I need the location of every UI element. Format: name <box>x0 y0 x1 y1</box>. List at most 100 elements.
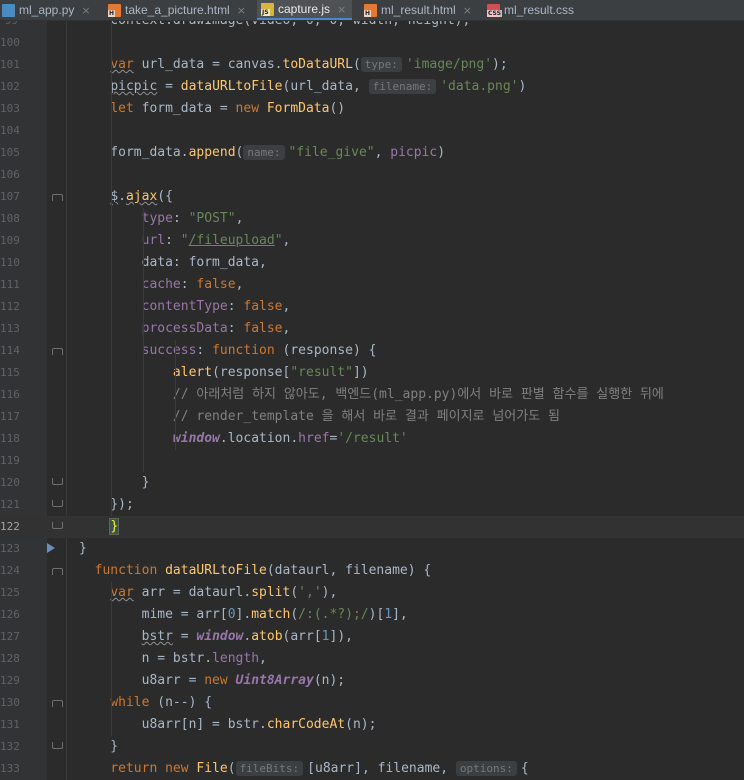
line-number: 112 <box>0 300 20 313</box>
code-text[interactable]: bstr = window.atob(arr[1]), <box>79 626 353 648</box>
code-text[interactable]: n = bstr.length, <box>79 648 267 670</box>
tab-label: ml_result.html <box>381 3 456 17</box>
line-number: 117 <box>0 410 20 423</box>
tab-ml-app-py[interactable]: ml_app.py × <box>2 0 91 20</box>
line-number: 103 <box>0 102 20 115</box>
tab-label: ml_result.css <box>504 3 575 17</box>
line-number: 101 <box>0 58 20 71</box>
code-text[interactable]: picpic = dataURLtoFile(url_data, filenam… <box>79 76 526 98</box>
code-text[interactable]: } <box>79 516 120 538</box>
close-tab-icon[interactable]: × <box>237 4 246 17</box>
line-number: 105 <box>0 146 20 159</box>
line-number: 107 <box>0 190 20 203</box>
code-text[interactable]: alert(response["result"]) <box>79 362 369 384</box>
code-line[interactable]: 123} <box>0 538 744 560</box>
line-number: 128 <box>0 652 20 665</box>
line-number: 123 <box>0 542 20 555</box>
code-text[interactable]: while (n--) { <box>79 692 212 714</box>
tab-take-a-picture-html[interactable]: Htake_a_picture.html × <box>108 0 246 20</box>
code-text[interactable]: } <box>79 538 87 560</box>
code-line[interactable]: 133 return new File(fileBits: [u8arr], fi… <box>0 758 744 780</box>
line-number: 116 <box>0 388 20 401</box>
close-tab-icon[interactable]: × <box>81 4 90 17</box>
editor-tab-bar: ml_app.py × Htake_a_picture.html × JS capture… <box>0 0 744 21</box>
code-text[interactable]: u8arr = new Uint8Array(n); <box>79 670 346 692</box>
code-editor[interactable]: 99 context.drawImage(video, 0, 0, width,… <box>0 21 744 780</box>
line-number: 102 <box>0 80 20 93</box>
line-number: 114 <box>0 344 20 357</box>
tab-label: ml_app.py <box>19 3 75 17</box>
code-text[interactable]: // 아래처럼 하지 않아도, 백엔드(ml_app.py)에서 바로 판별 함… <box>79 384 664 406</box>
css-file-icon: CSS <box>487 3 502 17</box>
fold-marker-icon[interactable] <box>52 742 63 749</box>
code-text[interactable]: mime = arr[0].match(/:(.*?);/)[1], <box>79 604 408 626</box>
fold-marker-icon[interactable] <box>52 522 63 529</box>
indent-guide <box>111 21 112 516</box>
line-number: 124 <box>0 564 20 577</box>
line-number: 109 <box>0 234 20 247</box>
fold-marker-icon[interactable] <box>52 568 63 575</box>
code-line[interactable]: 124 function dataURLtoFile(dataurl, file… <box>0 560 744 582</box>
tab-ml-result-html[interactable]: Hml_result.html × <box>364 0 472 20</box>
line-number: 104 <box>0 124 20 137</box>
line-number: 110 <box>0 256 20 269</box>
code-text[interactable]: form_data.append(name: "file_give", picpi… <box>79 142 445 164</box>
line-number: 127 <box>0 630 20 643</box>
code-text[interactable]: let form_data = new FormData() <box>79 98 345 120</box>
line-number: 121 <box>0 498 20 511</box>
code-text[interactable]: context.drawImage(video, 0, 0, width, he… <box>79 21 470 32</box>
code-line[interactable]: 122 } <box>0 516 744 538</box>
bookmark-arrow-icon <box>47 543 55 553</box>
code-text[interactable]: return new File(fileBits: [u8arr], filena… <box>79 758 529 780</box>
fold-marker-icon[interactable] <box>52 478 63 485</box>
line-number: 133 <box>0 762 20 775</box>
line-number: 118 <box>0 432 20 445</box>
code-text[interactable]: } <box>79 472 150 494</box>
indent-guide <box>143 208 144 472</box>
code-text[interactable]: var url_data = canvas.toDataURL(type:'im… <box>79 54 508 76</box>
line-number: 111 <box>0 278 20 291</box>
code-text[interactable]: $.ajax({ <box>79 186 173 208</box>
python-file-icon <box>2 3 15 17</box>
code-text[interactable]: var arr = dataurl.split(','), <box>79 582 337 604</box>
indent-guide <box>111 582 112 736</box>
indent-guide <box>175 340 176 450</box>
code-text[interactable]: type: "POST", <box>79 208 244 230</box>
code-text[interactable]: // render_template 을 해서 바로 결과 페이지로 넘어가도 … <box>79 406 560 428</box>
close-tab-icon[interactable]: × <box>337 3 346 16</box>
code-text[interactable]: function dataURLtoFile(dataurl, filename… <box>79 560 432 582</box>
line-number: 99 <box>0 21 18 32</box>
code-line[interactable]: 132 } <box>0 736 744 758</box>
tab-label: take_a_picture.html <box>125 3 230 17</box>
line-number: 125 <box>0 586 20 599</box>
line-number: 131 <box>0 718 20 731</box>
tab-ml-result-css[interactable]: CSS ml_result.css <box>487 0 574 20</box>
tab-capture-js[interactable]: JS capture.js × <box>257 0 353 20</box>
line-number: 122 <box>0 520 20 533</box>
code-text[interactable]: success: function (response) { <box>79 340 377 362</box>
line-number: 119 <box>0 454 20 467</box>
line-number: 115 <box>0 366 20 379</box>
line-number: 126 <box>0 608 20 621</box>
code-text[interactable]: }); <box>79 494 134 516</box>
line-number: 100 <box>0 36 20 49</box>
js-file-icon: JS <box>261 2 274 16</box>
code-text[interactable]: window.location.href='/result' <box>79 428 408 450</box>
line-number: 130 <box>0 696 20 709</box>
fold-marker-icon[interactable] <box>52 700 63 707</box>
close-tab-icon[interactable]: × <box>463 4 472 17</box>
tab-label: capture.js <box>278 2 331 16</box>
line-number: 132 <box>0 740 20 753</box>
line-number: 129 <box>0 674 20 687</box>
code-text[interactable]: data: form_data, <box>79 252 267 274</box>
html-file-icon: H <box>108 3 121 17</box>
fold-marker-icon[interactable] <box>52 500 63 507</box>
code-text[interactable]: } <box>79 736 118 758</box>
code-text[interactable]: cache: false, <box>79 274 244 296</box>
line-number: 108 <box>0 212 20 225</box>
fold-marker-icon[interactable] <box>52 194 63 201</box>
line-number: 113 <box>0 322 20 335</box>
fold-marker-icon[interactable] <box>52 348 63 355</box>
code-text[interactable]: u8arr[n] = bstr.charCodeAt(n); <box>79 714 377 736</box>
html-file-icon: H <box>364 3 377 17</box>
